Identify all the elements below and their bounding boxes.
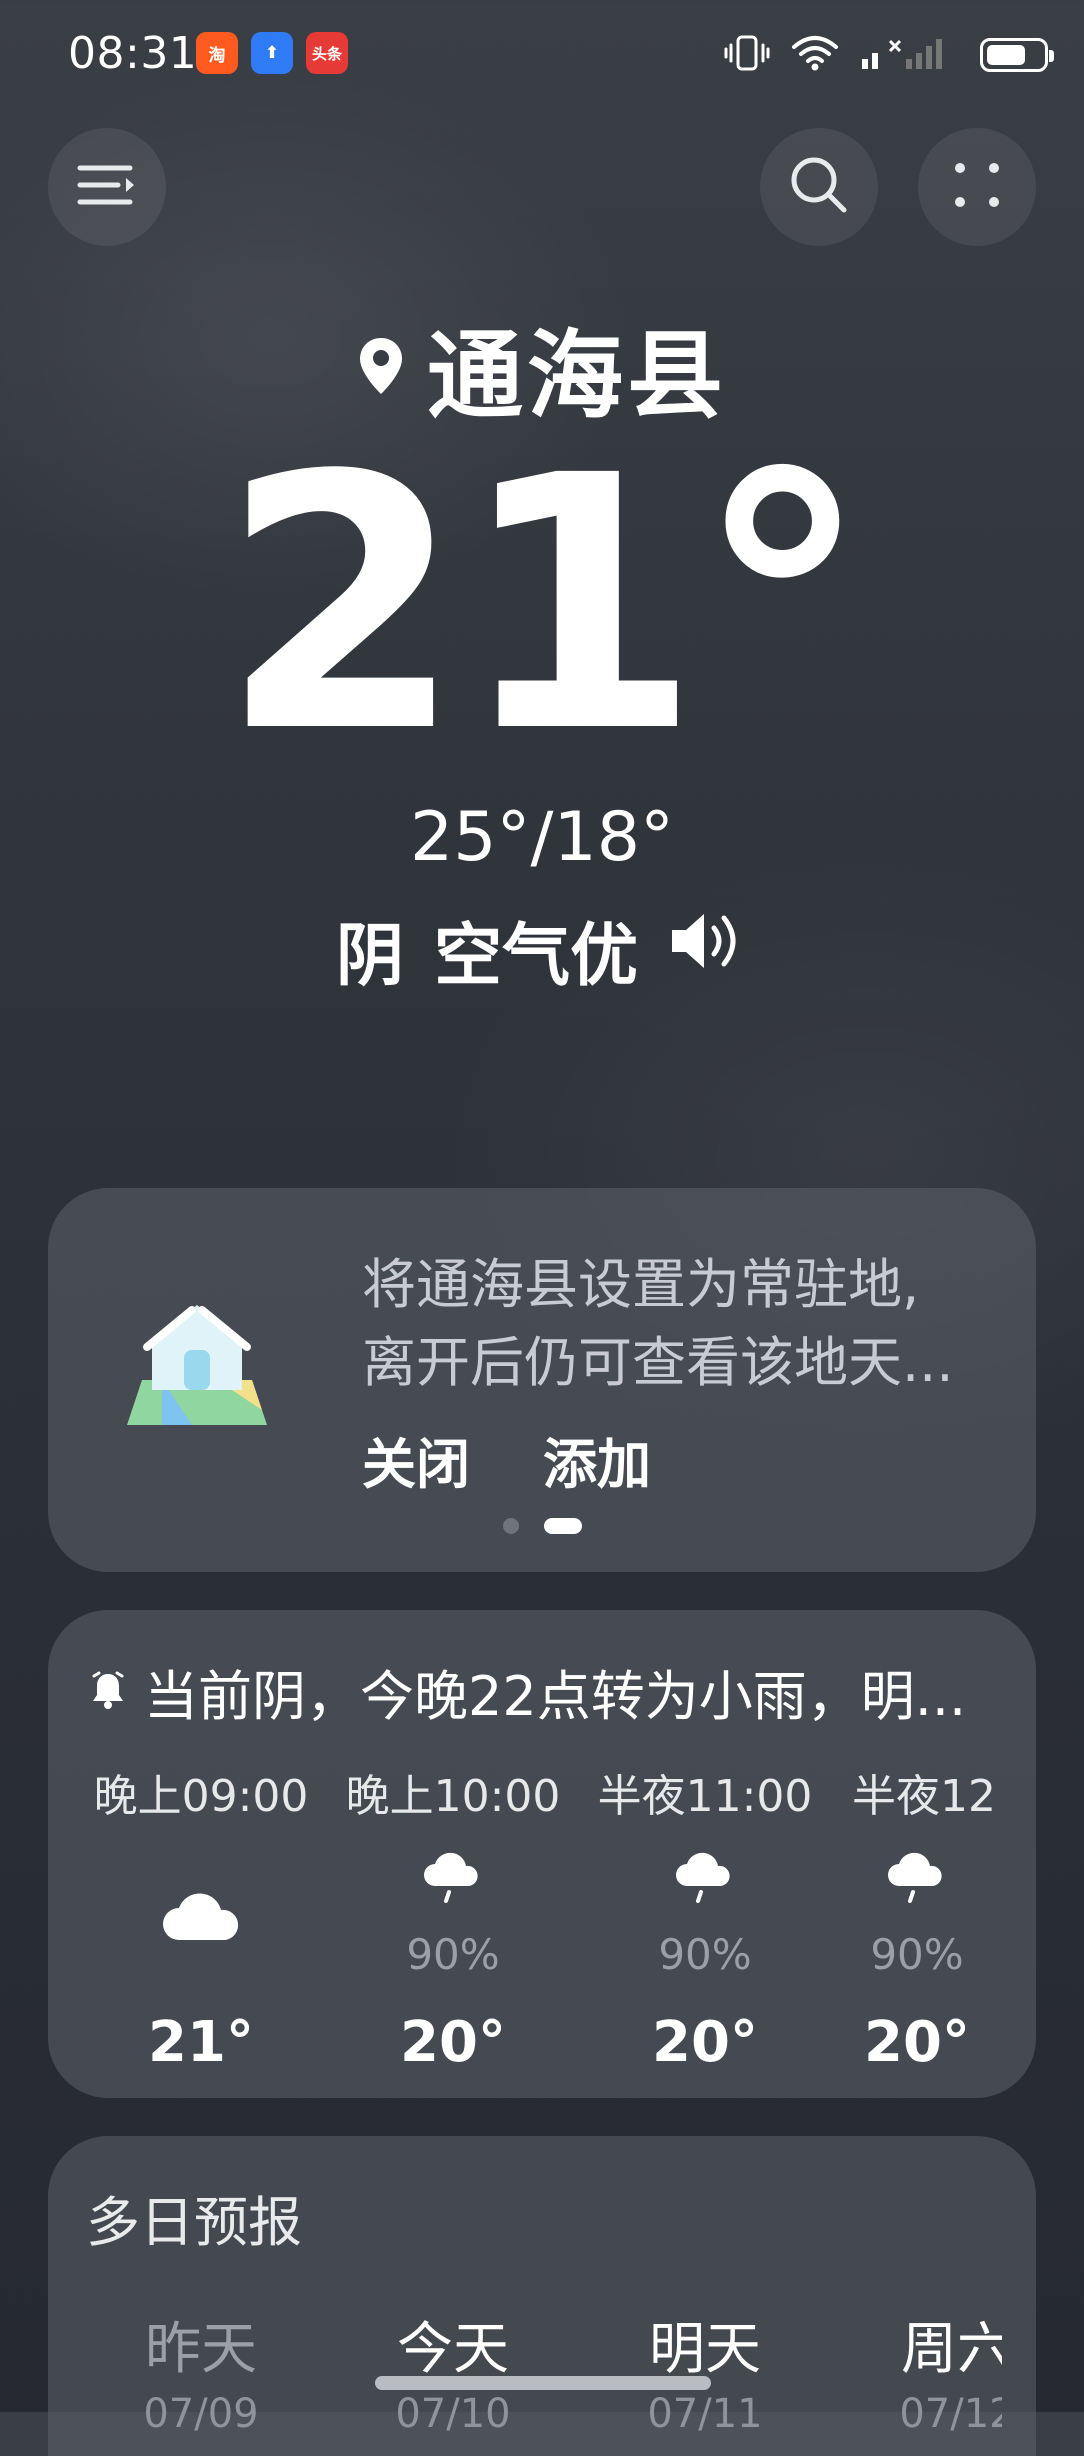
day-name: 昨天 [145,2317,257,2382]
page-indicator-dot [503,1518,519,1534]
precip-probability: 90% [658,1930,752,1979]
day-item[interactable]: 明天 07/11 [580,2304,830,2437]
day-name: 周六 [901,2317,1002,2382]
day-date: 07/09 [143,2391,259,2437]
precip-probability: 90% [406,1930,500,1979]
add-button[interactable]: 添加 [543,1420,651,1499]
weather-condition: 阴 [335,917,404,996]
prompt-text-line2: 离开后仍可查看该地天... [362,1331,954,1394]
day-item[interactable]: 今天 07/10 [328,2304,578,2437]
close-button[interactable]: 关闭 [362,1420,470,1499]
hour-item: 晚上10:00 [328,1760,578,1824]
prompt-text-line1: 将通海县设置为常驻地, [362,1253,920,1316]
light-rain-icon [328,1850,578,1906]
hourly-summary-text: 当前阴，今晚22点转为小雨，明... [144,1665,967,1728]
status-time: 08:31 [68,28,198,79]
battery-icon [980,38,1054,72]
hour-temperature: 20° [864,2010,970,2075]
day-item[interactable]: 周六 07/12 [832,2304,1002,2437]
precip-probability: 90% [870,1930,964,1979]
home-map-icon [122,1290,272,1444]
speaker-icon[interactable] [668,908,748,991]
wifi-icon [790,33,840,77]
hour-temperature: 21° [148,2010,254,2075]
hour-time: 晚上10:00 [345,1771,561,1822]
hour-item: 半夜12 [832,1760,1002,1824]
upload-app-icon: ⬆ [251,32,293,74]
hour-item: 晚上09:00 [76,1760,326,1824]
signal-icon [860,33,960,77]
menu-button[interactable] [48,128,166,246]
vibrate-icon [724,33,770,77]
day-item[interactable]: 昨天 07/09 [76,2304,326,2437]
location-pin-icon [357,336,405,400]
more-button[interactable] [918,128,1036,246]
day-date: 07/11 [647,2391,763,2437]
hourly-summary: 当前阴，今晚22点转为小雨，明... [90,1652,966,1731]
light-rain-icon [580,1850,830,1906]
hour-time: 半夜12 [852,1771,996,1822]
current-temperature: 21° [219,401,870,809]
page-indicator-dot-active [544,1518,582,1534]
home-indicator[interactable] [375,2376,711,2390]
daily-forecast-title: 多日预报 [86,2191,302,2254]
alarm-bell-icon [90,1660,126,1723]
hour-item: 半夜11:00 [580,1760,830,1824]
hour-temperature: 20° [652,2010,758,2075]
hour-time: 晚上09:00 [93,1771,309,1822]
day-date: 07/12 [899,2391,1002,2437]
light-rain-icon [832,1850,1002,1906]
toutiao-icon: 头条 [306,32,348,74]
search-button[interactable] [760,128,878,246]
menu-icon [76,163,138,211]
day-date: 07/10 [395,2391,511,2437]
search-icon [788,154,850,220]
air-quality[interactable]: 空气优 [434,900,638,999]
cloudy-icon [76,1888,326,1944]
condition-row: 阴 空气优 [0,900,1084,999]
high-low-temperature: 25°/18° [410,798,674,877]
day-name: 明天 [649,2317,761,2382]
day-name: 今天 [397,2317,509,2382]
grid-dots-icon [952,160,1002,214]
hour-temperature: 20° [400,2010,506,2075]
status-indicators [724,30,1054,80]
taobao-icon: 淘 [196,32,238,74]
hour-time: 半夜11:00 [597,1771,813,1822]
